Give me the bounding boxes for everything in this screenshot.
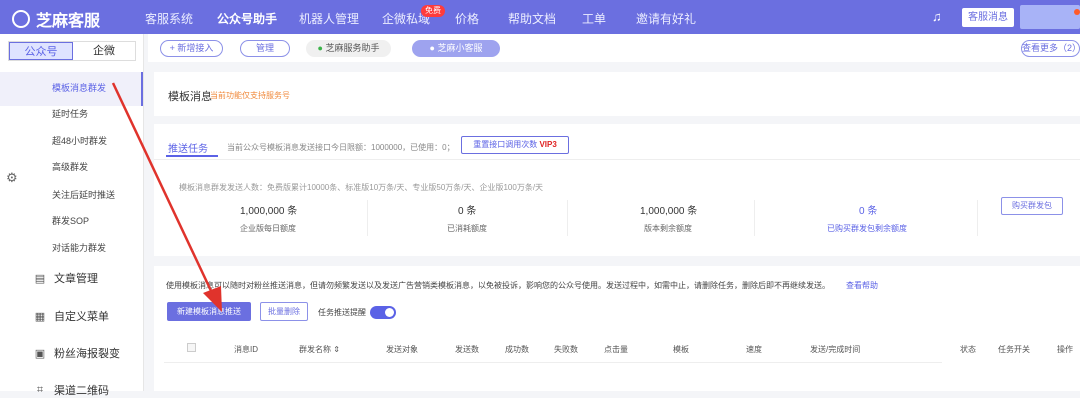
menu-article-management[interactable]: ▤ 文章管理 bbox=[34, 270, 98, 286]
menu-label: 渠道二维码 bbox=[54, 385, 109, 397]
menu-advanced-broadcast[interactable]: 高级群发 bbox=[52, 160, 88, 173]
stat-label-1: 企业版每日额度 bbox=[240, 224, 296, 233]
nav-kefu-system[interactable]: 客服系统 bbox=[145, 10, 193, 27]
help-link[interactable]: 查看帮助 bbox=[846, 280, 878, 291]
quota-desc: 模板消息群发发送人数：免费版累计10000条、标准版10万条/天、专业版50万条… bbox=[179, 183, 544, 192]
tab-label: 芝麻服务助手 bbox=[325, 43, 380, 53]
stat-value-3: 1,000,000 条 bbox=[640, 206, 698, 217]
col-clicks: 点击量 bbox=[604, 345, 628, 354]
quota-info: 当前公众号模板消息发送接口今日限额：1000000，已使用：0； bbox=[227, 143, 455, 152]
col-send-count: 发送数 bbox=[455, 345, 479, 354]
push-task-list: 使用模板消息可以随时对粉丝推送消息，但请勿频繁发送以及发送广告营销类模板消息，以… bbox=[154, 266, 1080, 391]
template-message-header: 模板消息 当前功能仅支持服务号 bbox=[154, 72, 1080, 116]
divider bbox=[367, 200, 368, 236]
top-navbar: 芝麻客服 客服系统 公众号助手 机器人管理 企微私域 免费 价格 帮助文档 工单… bbox=[0, 0, 1080, 36]
menu-label: 自定义菜单 bbox=[54, 311, 109, 323]
task-remind-label: 任务推送提醒 bbox=[318, 308, 366, 317]
nav-robot-management[interactable]: 机器人管理 bbox=[299, 10, 359, 27]
notification-dot bbox=[1074, 9, 1080, 15]
free-badge: 免费 bbox=[421, 5, 445, 17]
vip-label: VIP3 bbox=[539, 140, 557, 149]
menu-fan-poster[interactable]: ▣ 粉丝海报裂变 bbox=[34, 345, 120, 361]
col-actions: 操作 bbox=[1057, 345, 1073, 354]
tab-underline bbox=[166, 155, 218, 157]
logo-text: 芝麻客服 bbox=[36, 13, 101, 30]
seg-gongzhonghao[interactable]: 公众号 bbox=[9, 42, 73, 60]
col-message-id: 消息ID bbox=[234, 345, 258, 354]
reset-label: 重置接口调用次数 bbox=[473, 140, 538, 149]
sidebar: 公众号 企微 ⚙ 模板消息群发 延时任务 超48小时群发 高级群发 关注后延时推… bbox=[0, 34, 144, 397]
menu-48h-broadcast[interactable]: 超48小时群发 bbox=[52, 134, 107, 147]
tab-account-1[interactable]: ● 芝麻服务助手 bbox=[306, 40, 391, 57]
tab-label: 芝麻小客服 bbox=[437, 43, 483, 53]
nav-invite[interactable]: 邀请有好礼 bbox=[636, 10, 696, 27]
grid-icon: ▦ bbox=[34, 310, 46, 323]
batch-delete-button[interactable]: 批量删除 bbox=[260, 302, 308, 321]
nav-help-docs[interactable]: 帮助文档 bbox=[508, 10, 556, 27]
col-broadcast-name[interactable]: 群发名称 ⇕ bbox=[299, 344, 340, 355]
stat-value-4: 0 条 bbox=[859, 206, 878, 217]
tab-push-tasks[interactable]: 推送任务 bbox=[168, 140, 208, 155]
stat-value-2: 0 条 bbox=[458, 206, 477, 217]
col-speed: 速度 bbox=[746, 345, 762, 354]
menu-broadcast-sop[interactable]: 群发SOP bbox=[52, 214, 89, 227]
document-icon: ▤ bbox=[34, 272, 46, 285]
bell-icon[interactable]: ♫ bbox=[932, 9, 942, 24]
manage-button[interactable]: 管理 bbox=[240, 40, 290, 57]
view-more-button[interactable]: 查看更多（2） bbox=[1021, 40, 1080, 57]
col-send-time: 发送/完成时间 bbox=[810, 345, 861, 354]
col-target: 发送对象 bbox=[386, 345, 418, 354]
col-fail-count: 失败数 bbox=[554, 345, 578, 354]
push-quota-card: 推送任务 当前公众号模板消息发送接口今日限额：1000000，已使用：0； 重置… bbox=[154, 124, 1080, 256]
image-icon: ▣ bbox=[34, 347, 46, 360]
add-account-button[interactable]: + 新增接入 bbox=[160, 40, 223, 57]
col-success-count: 成功数 bbox=[505, 345, 529, 354]
qrcode-icon: ⌗ bbox=[36, 383, 44, 396]
seg-qiwei[interactable]: 企微 bbox=[73, 42, 135, 60]
nav-gongzhonghao-assistant[interactable]: 公众号助手 bbox=[217, 10, 278, 36]
menu-dialog-broadcast[interactable]: 对话能力群发 bbox=[52, 241, 106, 254]
select-all-checkbox[interactable] bbox=[187, 343, 196, 352]
menu-delay-task[interactable]: 延时任务 bbox=[52, 107, 88, 120]
usage-notice: 使用模板消息可以随时对粉丝推送消息，但请勿频繁发送以及发送广告营销类模板消息，以… bbox=[166, 281, 830, 290]
col-task-switch: 任务开关 bbox=[998, 345, 1030, 354]
divider bbox=[567, 200, 568, 236]
col-template: 模板 bbox=[673, 345, 689, 354]
menu-template-broadcast[interactable]: 模板消息群发 bbox=[52, 81, 106, 94]
logo-icon bbox=[12, 10, 30, 28]
menu-follow-delay-push[interactable]: 关注后延时推送 bbox=[52, 188, 115, 201]
logo[interactable]: 芝麻客服 bbox=[12, 7, 100, 31]
stat-value-1: 1,000,000 条 bbox=[240, 206, 298, 217]
buy-package-button[interactable]: 购买群发包 bbox=[1001, 197, 1063, 215]
account-tabs-bar: + 新增接入 管理 ● 芝麻服务助手 ● 芝麻小客服 查看更多（2） bbox=[148, 34, 1080, 62]
col-status: 状态 bbox=[960, 345, 976, 354]
menu-channel-qrcode[interactable]: ⌗ 渠道二维码 bbox=[34, 382, 109, 398]
nav-tickets[interactable]: 工单 bbox=[582, 10, 606, 27]
nav-price[interactable]: 价格 bbox=[455, 10, 479, 27]
account-type-switch: 公众号 企微 bbox=[8, 41, 136, 61]
gear-icon[interactable]: ⚙ bbox=[6, 170, 18, 186]
task-remind-toggle[interactable] bbox=[370, 306, 396, 319]
stat-label-4[interactable]: 已购买群发包剩余额度 bbox=[827, 223, 907, 234]
divider bbox=[977, 200, 978, 236]
stat-label-3: 版本剩余额度 bbox=[644, 224, 692, 233]
divider bbox=[154, 159, 1080, 160]
user-avatar[interactable] bbox=[1020, 5, 1080, 29]
menu-label: 文章管理 bbox=[54, 273, 98, 285]
kefu-message-button[interactable]: 客服消息 bbox=[962, 8, 1014, 27]
divider bbox=[754, 200, 755, 236]
new-template-push-button[interactable]: 新建模板消息推送 bbox=[167, 302, 251, 321]
service-hint: 当前功能仅支持服务号 bbox=[210, 91, 290, 100]
stat-label-2: 已消耗额度 bbox=[447, 224, 487, 233]
tab-account-2[interactable]: ● 芝麻小客服 bbox=[412, 40, 500, 57]
section-title: 模板消息 bbox=[168, 91, 212, 103]
reset-quota-button[interactable]: 重置接口调用次数 VIP3 bbox=[461, 136, 569, 154]
menu-custom-menu[interactable]: ▦ 自定义菜单 bbox=[34, 308, 109, 324]
table-header-divider bbox=[164, 362, 942, 363]
menu-label: 粉丝海报裂变 bbox=[54, 348, 120, 360]
